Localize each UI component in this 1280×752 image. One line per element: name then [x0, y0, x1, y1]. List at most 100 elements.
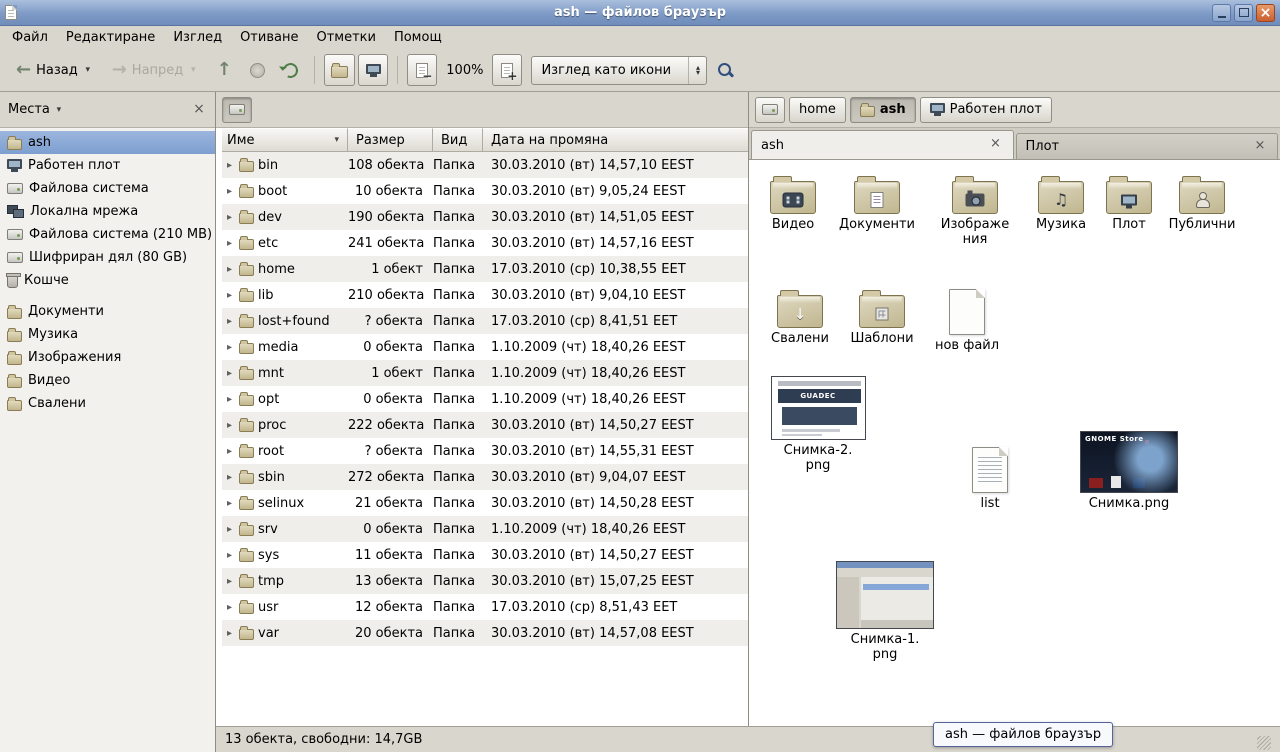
menu-отиване[interactable]: Отиване — [231, 28, 307, 47]
icon-item-шаблони[interactable]: Шаблони — [842, 287, 922, 346]
menu-отметки[interactable]: Отметки — [307, 28, 384, 47]
expander-icon[interactable] — [224, 342, 235, 353]
menu-файл[interactable]: Файл — [3, 28, 57, 47]
zoom-out-button[interactable] — [407, 54, 437, 86]
back-button[interactable]: Назад — [8, 54, 101, 86]
back-history-dropdown-icon[interactable] — [83, 65, 93, 75]
sidebar-close-button[interactable] — [191, 102, 207, 118]
tab-плот[interactable]: Плот — [1016, 133, 1279, 159]
file-row-mnt[interactable]: mnt1 обектПапка1.10.2009 (чт) 18,40,26 E… — [222, 360, 748, 386]
file-row-home[interactable]: home1 обектПапка17.03.2010 (ср) 10,38,55… — [222, 256, 748, 282]
minimize-button[interactable] — [1212, 4, 1231, 22]
menu-изглед[interactable]: Изглед — [164, 28, 231, 47]
file-row-dev[interactable]: dev190 обектаПапка30.03.2010 (вт) 14,51,… — [222, 204, 748, 230]
file-row-sys[interactable]: sys11 обектаПапка30.03.2010 (вт) 14,50,2… — [222, 542, 748, 568]
file-row-media[interactable]: media0 обектаПапка1.10.2009 (чт) 18,40,2… — [222, 334, 748, 360]
sidebar-item-локална-мрежа[interactable]: Локална мрежа — [0, 200, 215, 223]
zoom-in-button[interactable] — [492, 54, 522, 86]
places-title[interactable]: Места — [8, 102, 50, 117]
expander-icon[interactable] — [224, 160, 235, 171]
column-header-име[interactable]: Име — [222, 128, 348, 152]
expander-icon[interactable] — [224, 472, 235, 483]
path-button-home[interactable]: home — [789, 97, 846, 123]
file-row-bin[interactable]: bin108 обектаПапка30.03.2010 (вт) 14,57,… — [222, 152, 748, 178]
path-button-работен-плот[interactable]: Работен плот — [920, 97, 1052, 123]
sidebar-item-документи[interactable]: Документи — [0, 300, 215, 323]
sidebar-item-ash[interactable]: ash — [0, 131, 215, 154]
expander-icon[interactable] — [224, 420, 235, 431]
file-row-usr[interactable]: usr12 обектаПапка17.03.2010 (ср) 8,51,43… — [222, 594, 748, 620]
icon-item-видео[interactable]: Видео — [753, 173, 833, 232]
expander-icon[interactable] — [224, 394, 235, 405]
sidebar-item-музика[interactable]: Музика — [0, 323, 215, 346]
expander-icon[interactable] — [224, 446, 235, 457]
file-row-sbin[interactable]: sbin272 обектаПапка30.03.2010 (вт) 9,04,… — [222, 464, 748, 490]
icon-item-плот[interactable]: Плот — [1091, 173, 1167, 232]
icon-item-свалени[interactable]: Свалени — [760, 287, 840, 346]
column-header-размер[interactable]: Размер — [348, 128, 433, 152]
view-mode-select[interactable]: Изглед като икони — [531, 56, 707, 85]
icon-item-музика[interactable]: Музика — [1021, 173, 1101, 232]
column-header-вид[interactable]: Вид — [433, 128, 483, 152]
places-dropdown-icon[interactable] — [54, 105, 64, 115]
expander-icon[interactable] — [224, 498, 235, 509]
tab-close-icon[interactable] — [1252, 139, 1268, 155]
expander-icon[interactable] — [224, 290, 235, 301]
expander-icon[interactable] — [224, 368, 235, 379]
file-row-boot[interactable]: boot10 обектаПапка30.03.2010 (вт) 9,05,2… — [222, 178, 748, 204]
path-button-root[interactable] — [755, 97, 785, 123]
expander-icon[interactable] — [224, 602, 235, 613]
file-row-lost-found[interactable]: lost+found? обектаПапка17.03.2010 (ср) 8… — [222, 308, 748, 334]
sidebar-item-работен-плот[interactable]: Работен плот — [0, 154, 215, 177]
tab-close-icon[interactable] — [988, 137, 1004, 153]
file-row-root[interactable]: root? обектаПапка30.03.2010 (вт) 14,55,3… — [222, 438, 748, 464]
file-row-etc[interactable]: etc241 обектаПапка30.03.2010 (вт) 14,57,… — [222, 230, 748, 256]
expander-icon[interactable] — [224, 628, 235, 639]
file-row-selinux[interactable]: selinux21 обектаПапка30.03.2010 (вт) 14,… — [222, 490, 748, 516]
expander-icon[interactable] — [224, 316, 235, 327]
expander-icon[interactable] — [224, 524, 235, 535]
icon-item-публични[interactable]: Публични — [1160, 173, 1244, 232]
column-header-дата-на-промяна[interactable]: Дата на промяна — [483, 128, 748, 152]
path-button-ash[interactable]: ash — [850, 97, 916, 123]
icon-item-снимка-2-png[interactable]: GUADECСнимка-2.png — [783, 376, 853, 473]
icon-item-снимка-1-png[interactable]: Снимка-1.png — [850, 561, 920, 662]
file-row-var[interactable]: var20 обектаПапка30.03.2010 (вт) 14,57,0… — [222, 620, 748, 646]
sidebar-item-кошче[interactable]: Кошче — [0, 269, 215, 292]
home-button[interactable] — [324, 54, 355, 86]
icon-item-документи[interactable]: Документи — [833, 173, 921, 232]
expander-icon[interactable] — [224, 264, 235, 275]
file-row-tmp[interactable]: tmp13 обектаПапка30.03.2010 (вт) 15,07,2… — [222, 568, 748, 594]
sidebar-item-файлова-система[interactable]: Файлова система — [0, 177, 215, 200]
sidebar-item-файлова-система-210-mb[interactable]: Файлова система (210 MB) — [0, 223, 215, 246]
menu-редактиране[interactable]: Редактиране — [57, 28, 164, 47]
icon-item-изображения[interactable]: Изображения — [937, 173, 1013, 247]
icon-item-снимка-png[interactable]: GNOME StoreСнимка.png — [1087, 431, 1171, 511]
sidebar-item-видео[interactable]: Видео — [0, 369, 215, 392]
computer-button[interactable] — [358, 54, 388, 86]
maximize-button[interactable] — [1234, 4, 1253, 22]
expander-icon[interactable] — [224, 212, 235, 223]
path-button-root[interactable] — [222, 97, 252, 123]
expander-icon[interactable] — [224, 576, 235, 587]
expander-icon[interactable] — [224, 186, 235, 197]
up-button[interactable] — [209, 54, 239, 86]
sidebar-item-изображения[interactable]: Изображения — [0, 346, 215, 369]
titlebar[interactable]: ash — файлов браузър — [0, 0, 1280, 26]
expander-icon[interactable] — [224, 550, 235, 561]
file-row-proc[interactable]: proc222 обектаПапка30.03.2010 (вт) 14,50… — [222, 412, 748, 438]
icon-item-нов-файл[interactable]: нов файл — [927, 287, 1007, 353]
close-button[interactable] — [1256, 4, 1275, 22]
file-row-opt[interactable]: opt0 обектаПапка1.10.2009 (чт) 18,40,26 … — [222, 386, 748, 412]
tab-ash[interactable]: ash — [751, 130, 1014, 159]
file-row-srv[interactable]: srv0 обектаПапка1.10.2009 (чт) 18,40,26 … — [222, 516, 748, 542]
reload-button[interactable] — [275, 54, 305, 86]
expander-icon[interactable] — [224, 238, 235, 249]
stop-button[interactable] — [242, 54, 272, 86]
sidebar-item-шифриран-дял-80-gb[interactable]: Шифриран дял (80 GB) — [0, 246, 215, 269]
search-button[interactable] — [710, 54, 741, 86]
forward-button[interactable]: Напред — [104, 54, 207, 86]
menu-помощ[interactable]: Помощ — [385, 28, 451, 47]
resize-grip[interactable] — [1257, 736, 1271, 750]
file-row-lib[interactable]: lib210 обектаПапка30.03.2010 (вт) 9,04,1… — [222, 282, 748, 308]
